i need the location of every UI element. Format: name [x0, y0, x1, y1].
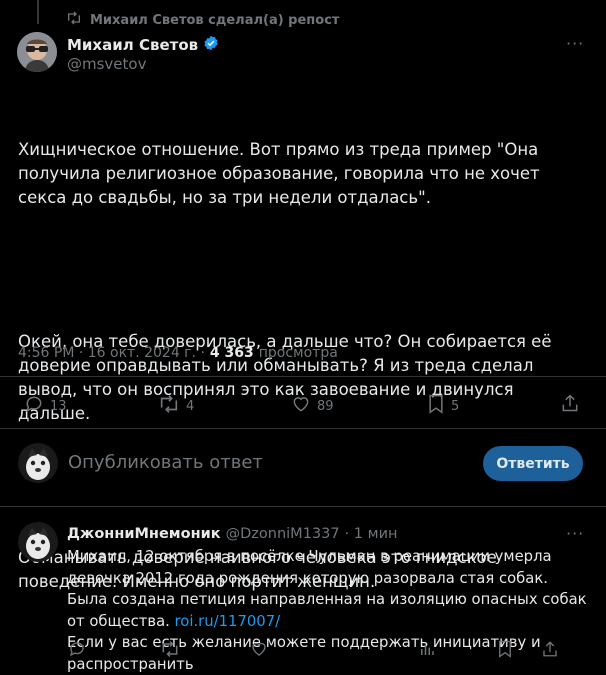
heart-icon [291, 394, 311, 418]
reply-icon [24, 394, 44, 418]
repost-count: 4 [186, 398, 195, 414]
bookmark-count: 5 [451, 398, 460, 414]
reply-input[interactable]: Опубликовать ответ [68, 452, 263, 473]
author-name[interactable]: Михаил Светов [67, 36, 198, 54]
repost-indicator[interactable]: Михаил Светов сделал(а) репост [66, 11, 339, 29]
repost-icon [66, 11, 82, 29]
reply-heart-icon[interactable] [250, 640, 268, 662]
reply-submit-button[interactable]: Ответить [483, 446, 583, 481]
reply-author-handle[interactable]: @DzonniM1337 [226, 526, 340, 542]
divider [0, 506, 606, 507]
reply-author-name[interactable]: ДжонниМнемоник [67, 526, 221, 542]
reply-action[interactable]: 13 [24, 394, 67, 418]
my-avatar[interactable] [18, 443, 58, 483]
repost-action[interactable]: 4 [158, 394, 194, 418]
reply-author-avatar[interactable] [18, 522, 58, 562]
reply-header: ДжонниМнемоник @DzonniM1337 · 1 мин [67, 526, 398, 542]
like-action[interactable]: 89 [291, 394, 334, 418]
reply-more-options-icon[interactable]: ··· [566, 524, 584, 543]
bookmark-icon [427, 394, 445, 418]
views-label: просмотра [258, 345, 338, 361]
more-options-icon[interactable]: ··· [566, 34, 584, 53]
share-action[interactable] [561, 393, 579, 417]
divider [0, 428, 606, 429]
reply-text: Михаил, 12 октября в посёлке Чульман в р… [67, 546, 592, 675]
reply-link[interactable]: roi.ru/117007/ [175, 613, 281, 630]
tweet-meta: 4:56 PM · 16 окт. 2024 г. · 4 363 просмо… [18, 345, 338, 361]
reply-reply-icon[interactable] [68, 640, 86, 662]
reply-count: 13 [50, 398, 67, 414]
reply-repost-icon[interactable] [160, 640, 180, 662]
reply-bookmark-icon[interactable] [497, 640, 513, 662]
like-count: 89 [317, 398, 334, 414]
reply-views-icon[interactable] [418, 640, 436, 662]
repost-text: Михаил Светов сделал(а) репост [90, 12, 340, 28]
thread-line [37, 0, 39, 24]
author-handle[interactable]: @msvetov [67, 55, 146, 73]
tweet-timestamp[interactable]: 4:56 PM · 16 окт. 2024 г. · [18, 345, 205, 361]
reply-timestamp[interactable]: · 1 мин [345, 526, 398, 542]
repost-action-icon [158, 394, 180, 418]
divider [0, 376, 606, 377]
tweet-paragraph: Хищническое отношение. Вот прямо из тред… [18, 140, 545, 207]
bookmark-action[interactable]: 5 [427, 394, 459, 418]
verified-badge-icon [203, 35, 219, 55]
share-icon [561, 393, 579, 417]
reply-text-body: Михаил, 12 октября в посёлке Чульман в р… [67, 548, 587, 630]
author-avatar[interactable] [17, 32, 57, 72]
views-count: 4 363 [209, 345, 254, 361]
author-name-row[interactable]: Михаил Светов [67, 35, 219, 55]
reply-share-icon[interactable] [542, 640, 558, 662]
